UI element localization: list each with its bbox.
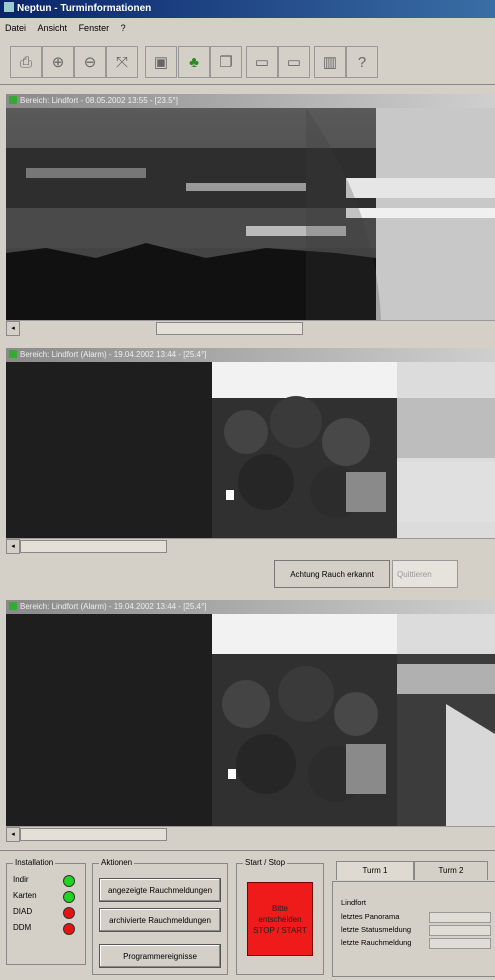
status-ddm-led-icon (63, 923, 75, 935)
start-stop-line-3: STOP / START (253, 925, 307, 935)
menu-datei[interactable]: Datei (5, 23, 26, 33)
archived-smoke-alarms-button[interactable]: archivierte Rauchmeldungen (99, 908, 221, 932)
last-smoke-alarm-field (429, 938, 491, 949)
tree-button[interactable]: ♣ (178, 46, 210, 78)
report-icon: ▥ (322, 54, 338, 71)
start-stop-button[interactable]: Bitte entscheiden STOP / START (247, 882, 313, 956)
print-button[interactable]: ⎙ (10, 46, 42, 78)
tree-icon: ♣ (189, 53, 199, 71)
fit-button[interactable]: ⤧ (106, 46, 138, 78)
zoom-in-icon: ⊕ (51, 54, 65, 71)
help-icon: ? (357, 53, 367, 71)
hscroll-1[interactable]: ◂ (6, 320, 495, 336)
camera-view-2 (6, 362, 495, 538)
start-stop-line-2: entscheiden (258, 914, 302, 924)
scroll-left-icon[interactable]: ◂ (6, 539, 20, 554)
zoom-out-button[interactable]: ⊖ (74, 46, 106, 78)
toolbar: ⎙ ⊕ ⊖ ⤧ ▣ ♣ ❐ ▭ ▭ ▥ ? (0, 38, 495, 85)
control-panel: Installation Indir Karten DIAD DDM Aktio… (0, 850, 495, 980)
camera-status-icon (9, 602, 17, 610)
panel-title-3: Bereich: Lindfort (Alarm) - 19.04.2002 1… (6, 600, 495, 614)
last-panorama-label: letztes Panorama (341, 912, 400, 921)
last-smoke-alarm-label: letzte Rauchmeldung (341, 938, 412, 947)
last-panorama-field (429, 912, 491, 923)
last-status-field (429, 925, 491, 936)
zoom-out-icon: ⊖ (83, 54, 97, 71)
start-stop-line-1: Bitte (271, 903, 288, 913)
scroll-thumb[interactable] (20, 828, 167, 841)
panorama-image-3 (6, 614, 495, 826)
status-karten-led-icon (63, 891, 75, 903)
panel-title-1: Bereich: Lindfort - 08.05.2002 13:55 - [… (6, 94, 495, 108)
installation-group: Installation Indir Karten DIAD DDM (6, 858, 86, 965)
status-ddm-label: DDM (13, 923, 32, 932)
panel-title-text: Bereich: Lindfort - 08.05.2002 13:55 - [… (20, 96, 178, 105)
installation-title: Installation (13, 858, 56, 867)
startstop-group: Start / Stop Bitte entscheiden STOP / ST… (236, 858, 324, 975)
camera-view-1 (6, 108, 495, 320)
panel-title-2: Bereich: Lindfort (Alarm) - 19.04.2002 1… (6, 348, 495, 362)
status-diad-label: DIAD (13, 907, 33, 916)
alarm-bar: Achtung Rauch erkannt Quittieren (6, 556, 495, 592)
camera-button[interactable]: ▣ (145, 46, 177, 78)
zoom-in-button[interactable]: ⊕ (42, 46, 74, 78)
menu-fenster[interactable]: Fenster (79, 23, 110, 33)
panel-title-text: Bereich: Lindfort (Alarm) - 19.04.2002 1… (20, 350, 207, 359)
camera-status-icon (9, 96, 17, 104)
status-indir-led-icon (63, 875, 75, 887)
menu-help[interactable]: ? (121, 23, 126, 33)
title-bar: Neptun - Turminformationen (0, 0, 495, 18)
menu-ansicht[interactable]: Ansicht (38, 23, 68, 33)
window-title: Neptun - Turminformationen (17, 3, 152, 14)
startstop-title: Start / Stop (243, 858, 288, 867)
camera-icon: ▣ (153, 54, 169, 71)
status-karten-label: Karten (13, 891, 37, 900)
panel-title-text: Bereich: Lindfort (Alarm) - 19.04.2002 1… (20, 602, 207, 611)
actions-group: Aktionen angezeigte Rauchmeldungen archi… (92, 858, 228, 975)
camera-view-3 (6, 614, 495, 826)
window2-icon: ▭ (286, 54, 302, 71)
displayed-smoke-alarms-button[interactable]: angezeigte Rauchmeldungen (99, 878, 221, 902)
hscroll-2[interactable]: ◂ (6, 538, 495, 554)
scroll-thumb[interactable] (20, 540, 167, 553)
window-button[interactable]: ▭ (246, 46, 278, 78)
panorama-image-1 (6, 108, 495, 320)
window-icon: ▭ (254, 54, 270, 71)
scroll-thumb[interactable] (156, 322, 303, 335)
report-button[interactable]: ▥ (314, 46, 346, 78)
program-events-button[interactable]: Programmereignisse (99, 944, 221, 968)
app-icon (4, 2, 14, 12)
camera-status-icon (9, 350, 17, 358)
status-indir-label: Indir (13, 875, 29, 884)
fit-icon: ⤧ (115, 53, 128, 71)
actions-title: Aktionen (99, 858, 135, 867)
panorama-image-2 (6, 362, 495, 538)
status-diad-led-icon (63, 907, 75, 919)
help-button[interactable]: ? (346, 46, 378, 78)
alarm-button[interactable]: Achtung Rauch erkannt (274, 560, 390, 588)
copy-icon: ❐ (219, 54, 233, 71)
hscroll-3[interactable]: ◂ (6, 826, 495, 842)
acknowledge-button[interactable]: Quittieren (392, 560, 458, 588)
copy-button[interactable]: ❐ (210, 46, 242, 78)
info-title: Lindfort (341, 898, 367, 907)
menu-bar: Datei Ansicht Fenster ? (0, 20, 495, 36)
scroll-left-icon[interactable]: ◂ (6, 321, 20, 336)
tab-turm-2[interactable]: Turm 2 (414, 861, 488, 880)
scroll-left-icon[interactable]: ◂ (6, 827, 20, 842)
tab-turm-1[interactable]: Turm 1 (336, 861, 414, 880)
print-icon: ⎙ (19, 53, 32, 71)
window2-button[interactable]: ▭ (278, 46, 310, 78)
last-status-label: letzte Statusmeldung (341, 925, 412, 934)
tower-info-group: Lindfort letztes Panorama letzte Statusm… (332, 881, 495, 977)
